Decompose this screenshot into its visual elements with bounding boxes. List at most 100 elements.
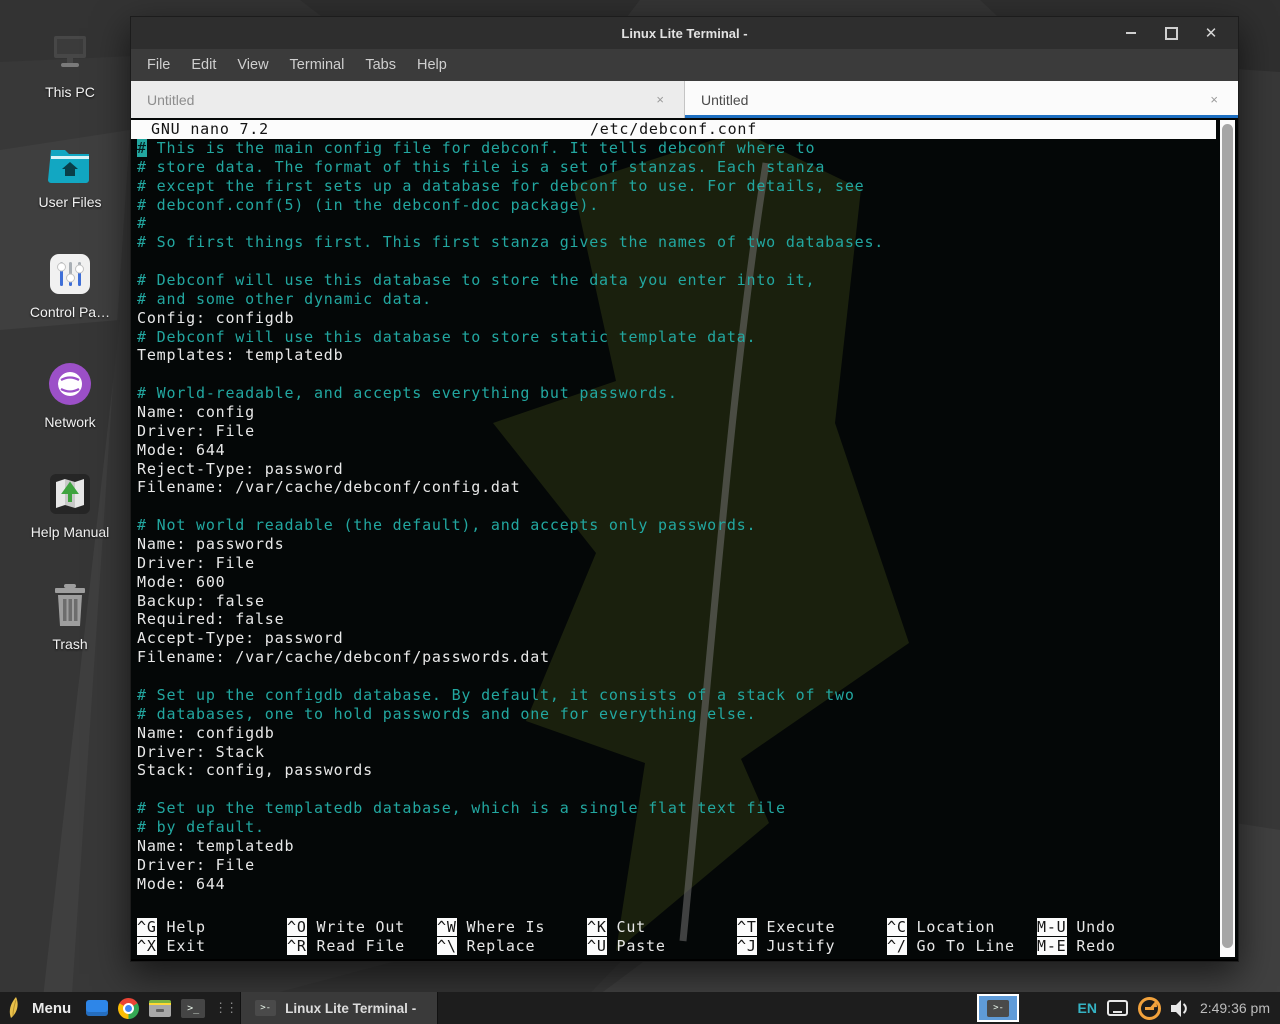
shortcut-key: ^U <box>587 937 607 955</box>
terminal-tab-1[interactable]: Untitled × <box>131 81 685 118</box>
terminal-line: # This is the main config file for debco… <box>137 139 1216 158</box>
scrollbar-thumb[interactable] <box>1222 124 1233 948</box>
terminal-line: # Debconf will use this database to stor… <box>137 271 1216 290</box>
terminal-scrollbar[interactable] <box>1220 120 1235 957</box>
nano-shortcut-column: ^T Execute^J Justify <box>737 918 887 956</box>
nano-shortcut: ^G Help <box>137 918 287 937</box>
terminal-line: Required: false <box>137 610 1216 629</box>
shortcut-key: ^/ <box>887 937 907 955</box>
desktop-icon-label: Help Manual <box>10 524 130 540</box>
taskbar-window-button[interactable]: >- Linux Lite Terminal - <box>240 992 438 1024</box>
terminal-icon: >- <box>255 1000 276 1016</box>
volume-icon[interactable] <box>1171 1000 1190 1017</box>
menu-help[interactable]: Help <box>417 57 447 73</box>
terminal-text: # This is the main config file for debco… <box>131 139 1216 893</box>
text-cursor: # <box>137 139 147 157</box>
panel-grip[interactable]: ⋮⋮ <box>214 1000 236 1016</box>
nano-file-path: /etc/debconf.conf <box>131 120 1216 139</box>
terminal-line: # Set up the templatedb database, which … <box>137 799 1216 818</box>
nano-shortcut: M-U Undo <box>1037 918 1216 937</box>
window-titlebar[interactable]: Linux Lite Terminal - ✕ <box>131 17 1238 49</box>
terminal-tab-2[interactable]: Untitled × <box>685 81 1238 118</box>
terminal-icon: >- <box>987 1000 1009 1017</box>
shortcut-key: ^R <box>287 937 307 955</box>
shortcut-label: Exit <box>157 937 206 955</box>
taskbar-clock[interactable]: 2:49:36 pm <box>1200 1000 1270 1016</box>
terminal-line: # <box>137 214 1216 233</box>
tab-label: Untitled <box>147 92 194 108</box>
start-menu-button[interactable]: Menu <box>0 992 81 1024</box>
tray-terminal-icon[interactable]: >- <box>977 994 1019 1022</box>
desktop-icon-control-pa[interactable]: Control Pa… <box>10 246 130 320</box>
terminal-line: Driver: File <box>137 422 1216 441</box>
shortcut-label: Replace <box>457 937 536 955</box>
tab-close-icon[interactable]: × <box>652 90 668 109</box>
terminal-line: Name: configdb <box>137 724 1216 743</box>
shortcut-label: Location <box>907 918 995 936</box>
terminal-window: Linux Lite Terminal - ✕ File Edit View Term… <box>130 16 1239 962</box>
terminal-line: Reject-Type: password <box>137 460 1216 479</box>
terminal-line: Mode: 600 <box>137 573 1216 592</box>
terminal-line: Driver: Stack <box>137 743 1216 762</box>
terminal-line: Name: config <box>137 403 1216 422</box>
menu-label: Menu <box>32 1000 71 1017</box>
shortcut-label: Where Is <box>457 918 545 936</box>
nano-title-bar: GNU nano 7.2 /etc/debconf.conf <box>131 120 1216 139</box>
desktop-icon-label: User Files <box>10 194 130 210</box>
trash-icon <box>10 578 130 628</box>
desktop-icon-user-files[interactable]: User Files <box>10 136 130 210</box>
shortcut-label: Paste <box>607 937 666 955</box>
tab-label: Untitled <box>701 92 748 108</box>
desktop-icon-this-pc[interactable]: This PC <box>10 26 130 100</box>
nano-shortcut: ^W Where Is <box>437 918 587 937</box>
nano-shortcut-column: ^G Help^X Exit <box>137 918 287 956</box>
shortcut-label: Justify <box>757 937 836 955</box>
maximize-button[interactable] <box>1158 21 1184 45</box>
terminal-line: Templates: templatedb <box>137 346 1216 365</box>
minimize-button[interactable] <box>1118 21 1144 45</box>
close-button[interactable]: ✕ <box>1198 21 1224 45</box>
menu-file[interactable]: File <box>147 57 170 73</box>
desktop: This PC User Files Control Pa… Network Help … <box>0 0 1280 1024</box>
keyboard-layout-icon[interactable] <box>1107 1000 1128 1016</box>
desktop-icon-trash[interactable]: Trash <box>10 578 130 652</box>
window-controls: ✕ <box>1118 17 1224 49</box>
terminal-view[interactable]: GNU nano 7.2 /etc/debconf.conf # This is… <box>131 118 1238 959</box>
update-manager-icon[interactable] <box>1138 997 1161 1020</box>
show-desktop-icon[interactable] <box>86 1000 108 1016</box>
terminal-line: Mode: 644 <box>137 875 1216 894</box>
terminal-launcher-icon[interactable]: >_ <box>181 999 205 1018</box>
shortcut-label: Redo <box>1067 937 1116 955</box>
shortcut-label: Execute <box>757 918 836 936</box>
terminal-line <box>137 667 1216 686</box>
desktop-icon-help-manual[interactable]: Help Manual <box>10 466 130 540</box>
minimize-icon <box>1126 32 1136 34</box>
terminal-line: # World-readable, and accepts everything… <box>137 384 1216 403</box>
shortcut-key: M-U <box>1037 918 1067 936</box>
desktop-icon-label: Trash <box>10 636 130 652</box>
nano-shortcut-column: M-U UndoM-E Redo <box>1037 918 1216 956</box>
nano-shortcut: ^T Execute <box>737 918 887 937</box>
window-title: Linux Lite Terminal - <box>621 26 747 41</box>
file-manager-icon[interactable] <box>149 1000 171 1017</box>
maximize-icon <box>1165 27 1178 40</box>
terminal-line: Name: templatedb <box>137 837 1216 856</box>
menu-view[interactable]: View <box>237 57 268 73</box>
tab-close-icon[interactable]: × <box>1206 90 1222 109</box>
shortcut-key: ^X <box>137 937 157 955</box>
menu-tabs[interactable]: Tabs <box>365 57 396 73</box>
computer-icon <box>10 26 130 76</box>
terminal-line <box>137 365 1216 384</box>
menu-terminal[interactable]: Terminal <box>290 57 345 73</box>
terminal-line <box>137 497 1216 516</box>
nano-shortcut-column: ^C Location^/ Go To Line <box>887 918 1037 956</box>
terminal-line: # store data. The format of this file is… <box>137 158 1216 177</box>
menu-edit[interactable]: Edit <box>191 57 216 73</box>
keyboard-language-indicator[interactable]: EN <box>1077 1000 1096 1016</box>
system-tray: >- EN 2:49:36 pm <box>977 994 1280 1022</box>
shortcut-label: Read File <box>307 937 405 955</box>
nano-shortcut-column: ^K Cut^U Paste <box>587 918 737 956</box>
desktop-icon-network[interactable]: Network <box>10 356 130 430</box>
nano-shortcut: ^X Exit <box>137 937 287 956</box>
chrome-icon[interactable] <box>118 998 139 1019</box>
